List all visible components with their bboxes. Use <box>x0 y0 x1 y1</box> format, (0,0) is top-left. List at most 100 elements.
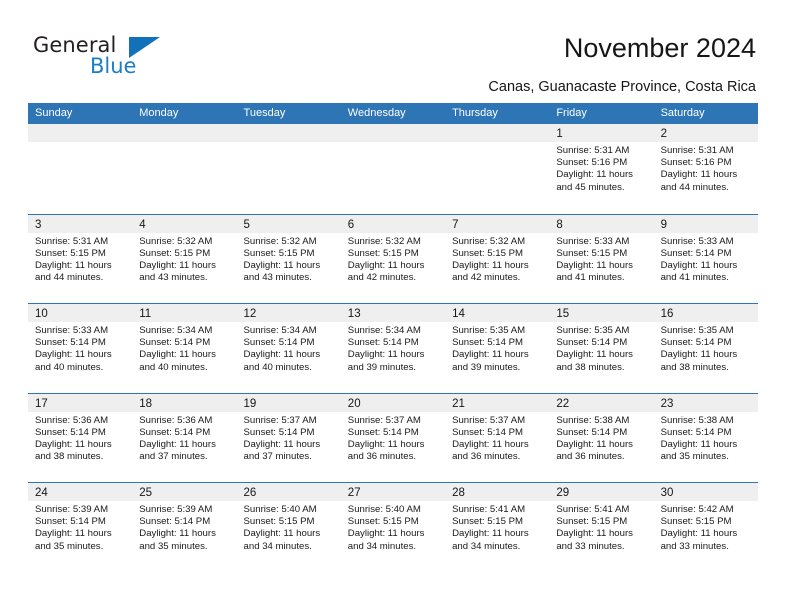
day-cell[interactable]: 26 Sunrise: 5:40 AM Sunset: 5:15 PM Dayl… <box>236 483 341 572</box>
day-number-band: 29 <box>549 483 654 501</box>
day-cell[interactable]: 2 Sunrise: 5:31 AM Sunset: 5:16 PM Dayli… <box>653 124 758 214</box>
day-number-band: 30 <box>653 483 758 501</box>
sunset-text: Sunset: 5:14 PM <box>452 337 523 349</box>
daylight-text-line1: Daylight: 11 hours <box>243 349 321 361</box>
day-cell[interactable]: 19 Sunrise: 5:37 AM Sunset: 5:14 PM Dayl… <box>236 393 341 482</box>
sunset-text: Sunset: 5:15 PM <box>347 516 419 528</box>
day-cell[interactable]: 24 Sunrise: 5:39 AM Sunset: 5:14 PM Dayl… <box>28 483 133 572</box>
day-cell[interactable] <box>28 124 133 214</box>
day-cell[interactable]: 17 Sunrise: 5:36 AM Sunset: 5:14 PM Dayl… <box>28 393 133 482</box>
weekday-header-thursday: Thursday <box>452 107 498 119</box>
day-cell[interactable]: 18 Sunrise: 5:36 AM Sunset: 5:14 PM Dayl… <box>132 393 237 482</box>
daylight-text-line1: Daylight: 11 hours <box>660 169 738 181</box>
day-cell[interactable] <box>340 124 446 214</box>
day-details: Sunrise: 5:37 AM Sunset: 5:14 PM Dayligh… <box>237 412 341 464</box>
day-number-band: 4 <box>132 214 237 233</box>
daylight-text-line2: and 34 minutes. <box>243 540 312 552</box>
day-details <box>445 142 549 145</box>
sunset-text: Sunset: 5:14 PM <box>660 337 732 349</box>
daylight-text-line1: Daylight: 11 hours <box>347 259 425 271</box>
day-cell[interactable]: 6 Sunrise: 5:32 AM Sunset: 5:15 PM Dayli… <box>340 214 446 303</box>
day-cell[interactable]: 20 Sunrise: 5:37 AM Sunset: 5:14 PM Dayl… <box>340 393 446 482</box>
sunset-text: Sunset: 5:15 PM <box>556 247 628 259</box>
day-number-band: 3 <box>28 214 133 233</box>
day-number-band: 9 <box>653 214 758 233</box>
daylight-text-line2: and 36 minutes. <box>556 451 625 463</box>
weekday-header-tuesday: Tuesday <box>243 107 286 119</box>
sunrise-text: Sunrise: 5:40 AM <box>347 504 421 515</box>
sunrise-text: Sunrise: 5:32 AM <box>139 235 213 247</box>
week-row: 3 Sunrise: 5:31 AM Sunset: 5:15 PM Dayli… <box>28 213 758 303</box>
sunrise-text: Sunrise: 5:42 AM <box>660 504 734 515</box>
day-details: Sunrise: 5:39 AM Sunset: 5:14 PM Dayligh… <box>28 501 132 553</box>
sunrise-text: Sunrise: 5:37 AM <box>452 414 526 426</box>
week-row: 24 Sunrise: 5:39 AM Sunset: 5:14 PM Dayl… <box>28 482 758 572</box>
day-cell[interactable]: 8 Sunrise: 5:33 AM Sunset: 5:15 PM Dayli… <box>549 214 654 303</box>
day-cell[interactable]: 30 Sunrise: 5:42 AM Sunset: 5:15 PM Dayl… <box>653 483 758 572</box>
day-cell[interactable] <box>236 124 341 214</box>
day-number-band: 25 <box>132 483 237 501</box>
calendar-grid: Sunday Monday Tuesday Wednesday Thursday… <box>28 103 758 572</box>
day-cell[interactable]: 11 Sunrise: 5:34 AM Sunset: 5:14 PM Dayl… <box>132 304 237 393</box>
day-cell[interactable] <box>132 124 237 214</box>
day-cell[interactable]: 29 Sunrise: 5:41 AM Sunset: 5:15 PM Dayl… <box>549 483 654 572</box>
brand-name-blue: Blue <box>90 54 137 78</box>
day-number: 30 <box>660 487 674 499</box>
day-cell[interactable]: 12 Sunrise: 5:34 AM Sunset: 5:14 PM Dayl… <box>236 304 341 393</box>
daylight-text-line2: and 34 minutes. <box>452 540 521 552</box>
sunrise-text: Sunrise: 5:36 AM <box>139 414 213 426</box>
day-cell[interactable]: 16 Sunrise: 5:35 AM Sunset: 5:14 PM Dayl… <box>653 304 758 393</box>
day-cell[interactable]: 10 Sunrise: 5:33 AM Sunset: 5:14 PM Dayl… <box>28 304 133 393</box>
day-cell[interactable]: 7 Sunrise: 5:32 AM Sunset: 5:15 PM Dayli… <box>445 214 550 303</box>
day-cell[interactable]: 22 Sunrise: 5:38 AM Sunset: 5:14 PM Dayl… <box>549 393 654 482</box>
daylight-text-line1: Daylight: 11 hours <box>35 259 112 271</box>
sunrise-text: Sunrise: 5:39 AM <box>35 504 109 515</box>
day-cell[interactable]: 13 Sunrise: 5:34 AM Sunset: 5:14 PM Dayl… <box>340 304 446 393</box>
day-cell[interactable]: 27 Sunrise: 5:40 AM Sunset: 5:15 PM Dayl… <box>340 483 446 572</box>
day-cell[interactable]: 9 Sunrise: 5:33 AM Sunset: 5:14 PM Dayli… <box>653 214 758 303</box>
day-cell[interactable]: 25 Sunrise: 5:39 AM Sunset: 5:14 PM Dayl… <box>132 483 237 572</box>
day-cell[interactable]: 1 Sunrise: 5:31 AM Sunset: 5:16 PM Dayli… <box>549 124 654 214</box>
daylight-text-line1: Daylight: 11 hours <box>139 528 216 540</box>
day-details: Sunrise: 5:36 AM Sunset: 5:14 PM Dayligh… <box>132 412 236 464</box>
daylight-text-line2: and 40 minutes. <box>35 361 104 373</box>
weekday-header-row: Sunday Monday Tuesday Wednesday Thursday… <box>28 103 758 124</box>
day-cell[interactable]: 21 Sunrise: 5:37 AM Sunset: 5:14 PM Dayl… <box>445 393 550 482</box>
day-number: 4 <box>139 218 146 231</box>
sunrise-text: Sunrise: 5:36 AM <box>35 414 109 426</box>
day-number-band: 5 <box>236 214 341 233</box>
sunset-text: Sunset: 5:14 PM <box>139 426 211 438</box>
page-subtitle: Canas, Guanacaste Province, Costa Rica <box>488 79 756 95</box>
day-cell[interactable]: 28 Sunrise: 5:41 AM Sunset: 5:15 PM Dayl… <box>445 483 550 572</box>
sunrise-text: Sunrise: 5:32 AM <box>243 235 317 247</box>
day-number: 3 <box>35 218 42 231</box>
daylight-text-line2: and 35 minutes. <box>139 540 208 552</box>
day-cell[interactable]: 23 Sunrise: 5:38 AM Sunset: 5:14 PM Dayl… <box>653 393 758 482</box>
day-cell[interactable]: 14 Sunrise: 5:35 AM Sunset: 5:14 PM Dayl… <box>445 304 550 393</box>
brand-logo[interactable]: General Blue <box>33 33 223 81</box>
day-number-band: 6 <box>340 214 446 233</box>
sunset-text: Sunset: 5:15 PM <box>452 516 523 528</box>
day-number-band: 11 <box>132 304 237 322</box>
sunrise-text: Sunrise: 5:34 AM <box>243 325 317 336</box>
sunrise-text: Sunrise: 5:38 AM <box>660 414 734 426</box>
daylight-text-line2: and 35 minutes. <box>35 540 104 552</box>
day-cell[interactable]: 4 Sunrise: 5:32 AM Sunset: 5:15 PM Dayli… <box>132 214 237 303</box>
sunrise-text: Sunrise: 5:35 AM <box>660 325 734 336</box>
day-details: Sunrise: 5:41 AM Sunset: 5:15 PM Dayligh… <box>445 501 549 553</box>
weekday-header-friday: Friday <box>556 107 587 119</box>
day-cell[interactable] <box>445 124 550 214</box>
day-cell[interactable]: 5 Sunrise: 5:32 AM Sunset: 5:15 PM Dayli… <box>236 214 341 303</box>
day-number: 27 <box>347 487 361 499</box>
day-details <box>28 142 132 145</box>
daylight-text-line2: and 43 minutes. <box>243 272 312 284</box>
sunset-text: Sunset: 5:14 PM <box>660 426 732 438</box>
day-cell[interactable]: 3 Sunrise: 5:31 AM Sunset: 5:15 PM Dayli… <box>28 214 133 303</box>
daylight-text-line2: and 44 minutes. <box>660 181 729 193</box>
day-details <box>132 142 236 145</box>
sunset-text: Sunset: 5:14 PM <box>347 426 419 438</box>
day-number: 17 <box>35 397 48 410</box>
day-number-band <box>445 124 550 142</box>
day-number: 9 <box>660 218 667 231</box>
day-cell[interactable]: 15 Sunrise: 5:35 AM Sunset: 5:14 PM Dayl… <box>549 304 654 393</box>
